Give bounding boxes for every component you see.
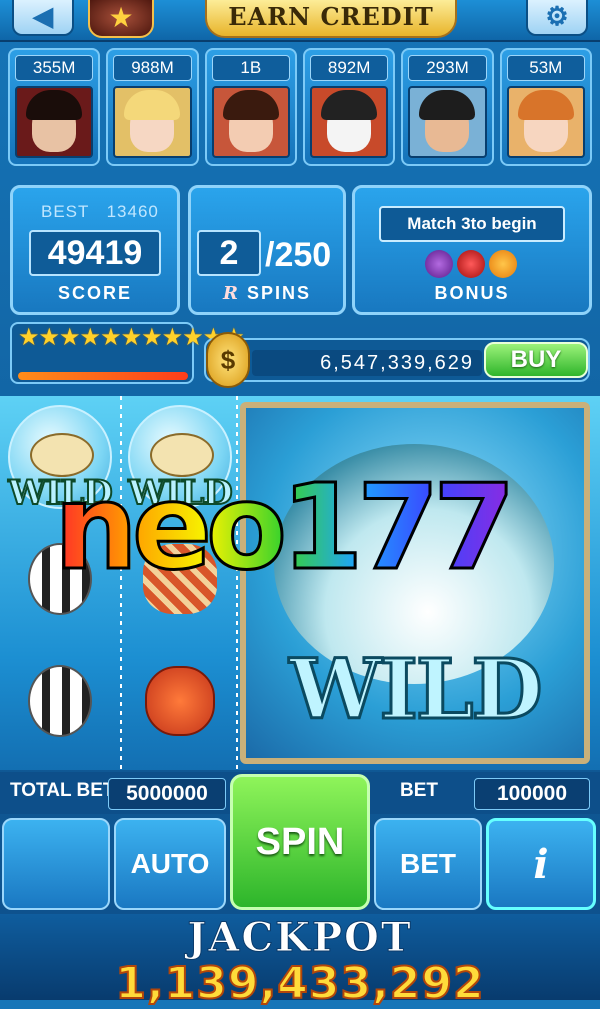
bonus-panel: Match 3to begin BONUS — [352, 185, 592, 315]
plum-icon — [425, 250, 453, 278]
jackpot-banner: JACKPOT 1,139,433,292 — [0, 914, 600, 1009]
leaderboard-player[interactable]: 1B — [204, 48, 297, 166]
bet-button[interactable]: BET — [374, 818, 482, 910]
total-bet-value: 5000000 — [108, 778, 226, 810]
star-badge-icon: ★ — [108, 1, 134, 33]
spins-label: R SPINS — [222, 283, 311, 304]
bonus-prompt: Match 3to begin — [379, 206, 565, 242]
big-wild-label: WILD — [288, 641, 544, 740]
xp-bar — [18, 372, 188, 380]
top-bar: ◀ ★ EARN CREDIT ⚙ — [0, 0, 600, 42]
leaderboard-player[interactable]: 53M — [499, 48, 592, 166]
level-box: ★★★★★★★★★★★ — [10, 322, 245, 384]
avatar — [15, 86, 94, 158]
back-button[interactable]: ◀ — [12, 0, 74, 36]
rank-badge[interactable]: ★ — [88, 0, 154, 38]
auto-button[interactable]: AUTO — [114, 818, 226, 910]
jackpot-title: JACKPOT — [187, 914, 413, 962]
cherry-icon — [457, 250, 485, 278]
earn-credit-button[interactable]: EARN CREDIT — [205, 0, 457, 38]
settings-button[interactable]: ⚙ — [526, 0, 588, 36]
player-score: 1B — [211, 55, 290, 81]
avatar — [506, 86, 585, 158]
bonus-label: BONUS — [434, 283, 510, 303]
credit-box: $ 6,547,339,629 BUY — [204, 332, 590, 388]
reel-symbol-angelfish — [4, 642, 116, 760]
player-score: 293M — [408, 55, 487, 81]
jackpot-value: 1,139,433,292 — [114, 957, 485, 1009]
leaderboard: 355M 988M 1B 892M 293M 53M — [8, 48, 592, 172]
credit-balance: 6,547,339,629 — [252, 350, 482, 376]
avatar — [211, 86, 290, 158]
player-score: 53M — [506, 55, 585, 81]
score-panel: BEST 13460 49419 SCORE — [10, 185, 180, 315]
info-button[interactable]: i — [486, 818, 596, 910]
spins-total: /250 — [265, 236, 332, 274]
lobster-icon — [145, 666, 215, 736]
best-score: BEST 13460 — [41, 202, 159, 221]
xp-fill — [18, 372, 188, 380]
spins-current: 2 — [197, 230, 261, 276]
bonus-fruits — [425, 250, 517, 278]
arrow-left-icon: ◀ — [33, 0, 53, 31]
gear-icon: ⚙ — [545, 0, 569, 31]
player-score: 355M — [15, 55, 94, 81]
watermark: neo177 — [52, 457, 516, 598]
bet-label: BET — [400, 780, 438, 801]
spins-panel: 2 /250 R SPINS — [188, 185, 346, 315]
avatar — [113, 86, 192, 158]
dollar-coin-icon: $ — [206, 332, 250, 388]
leaderboard-player[interactable]: 988M — [106, 48, 199, 166]
total-bet-label: TOTAL BET — [10, 780, 115, 801]
spin-button[interactable]: SPIN — [230, 774, 370, 910]
score-label: SCORE — [57, 283, 132, 303]
score-value: 49419 — [29, 230, 161, 276]
player-score: 988M — [113, 55, 192, 81]
bet-value: 100000 — [474, 778, 590, 810]
avatar — [309, 86, 389, 158]
orange-icon — [489, 250, 517, 278]
angelfish-icon — [28, 665, 92, 737]
blank-button[interactable] — [2, 818, 110, 910]
avatar — [408, 86, 487, 158]
reel-symbol-lobster — [124, 642, 236, 760]
buy-button[interactable]: BUY — [484, 342, 588, 378]
leaderboard-player[interactable]: 892M — [302, 48, 396, 166]
leaderboard-player[interactable]: 293M — [401, 48, 494, 166]
player-score: 892M — [309, 55, 389, 81]
r-logo-icon: R — [222, 283, 240, 304]
leaderboard-player[interactable]: 355M — [8, 48, 101, 166]
